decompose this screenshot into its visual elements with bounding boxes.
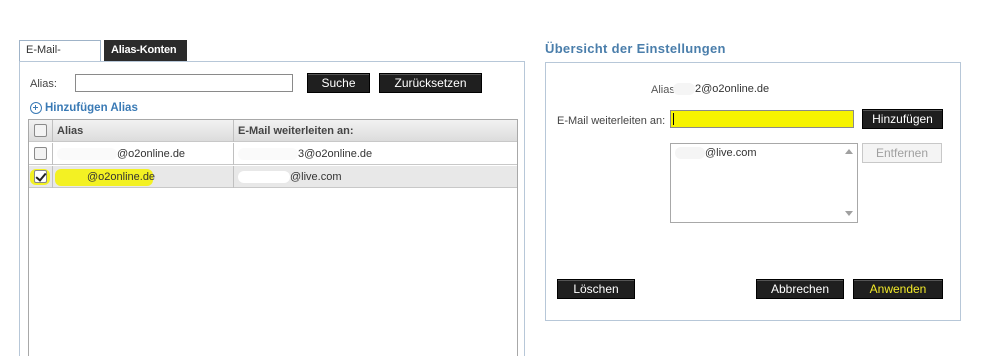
alias-search-input[interactable] <box>75 74 293 92</box>
alias-table: Alias E-Mail weiterleiten an: @o2online.… <box>28 119 518 356</box>
forward-to-input[interactable] <box>670 110 854 128</box>
row-checkbox[interactable] <box>34 147 47 160</box>
forward-cell: @live.com <box>234 166 517 188</box>
overview-title: Übersicht der Einstellungen <box>545 41 726 56</box>
add-alias-link[interactable]: Hinzufügen Alias <box>30 102 138 114</box>
forward-to-label: E-Mail weiterleiten an: <box>557 115 666 127</box>
reset-button[interactable]: Zurücksetzen <box>379 73 482 93</box>
overview-alias-value: 2@o2online.de <box>673 83 769 96</box>
alias-value: @o2online.de <box>87 171 156 183</box>
apply-button[interactable]: Anwenden <box>853 279 943 299</box>
alias-accounts-panel: Alias: Suche Zurücksetzen Hinzufügen Ali… <box>19 61 525 356</box>
plus-circle-icon <box>30 102 42 114</box>
alias-cell: @o2online.de <box>53 166 234 188</box>
list-item[interactable]: @live.com <box>675 147 757 160</box>
row-checkbox[interactable] <box>34 170 47 183</box>
settings-overview-panel: Alias: 2@o2online.de E-Mail weiterleiten… <box>545 62 961 321</box>
tab-alias-konten[interactable]: Alias-Konten <box>104 40 187 61</box>
remove-button[interactable]: Entfernen <box>862 143 942 163</box>
table-row[interactable]: @o2online.de @live.com <box>29 166 517 188</box>
table-row[interactable]: @o2online.de 3@o2online.de <box>29 143 517 165</box>
alias-cell: @o2online.de <box>53 143 234 165</box>
select-all-cell <box>29 120 53 142</box>
select-all-checkbox[interactable] <box>34 124 47 137</box>
cancel-button[interactable]: Abbrechen <box>756 279 844 299</box>
column-header-alias[interactable]: Alias <box>53 120 234 142</box>
row-checkbox-cell <box>29 166 53 188</box>
forward-value: @live.com <box>290 171 342 183</box>
alias-value: @o2online.de <box>117 148 186 160</box>
column-header-forward[interactable]: E-Mail weiterleiten an: <box>234 120 517 142</box>
scroll-up-icon[interactable] <box>845 149 853 154</box>
table-header: Alias E-Mail weiterleiten an: <box>29 120 517 142</box>
forward-value: 3@o2online.de <box>298 148 373 160</box>
tab-email-konten[interactable]: E-Mail-Konten <box>19 40 101 75</box>
delete-button[interactable]: Löschen <box>557 279 635 299</box>
scroll-down-icon[interactable] <box>845 211 853 216</box>
forward-cell: 3@o2online.de <box>234 143 517 165</box>
add-alias-label: Hinzufügen Alias <box>45 102 138 114</box>
search-button[interactable]: Suche <box>307 73 370 93</box>
alias-search-label: Alias: <box>30 78 57 90</box>
row-checkbox-cell <box>29 143 53 165</box>
forward-address-list[interactable]: @live.com <box>670 143 858 223</box>
add-forward-button[interactable]: Hinzufügen <box>862 109 943 129</box>
